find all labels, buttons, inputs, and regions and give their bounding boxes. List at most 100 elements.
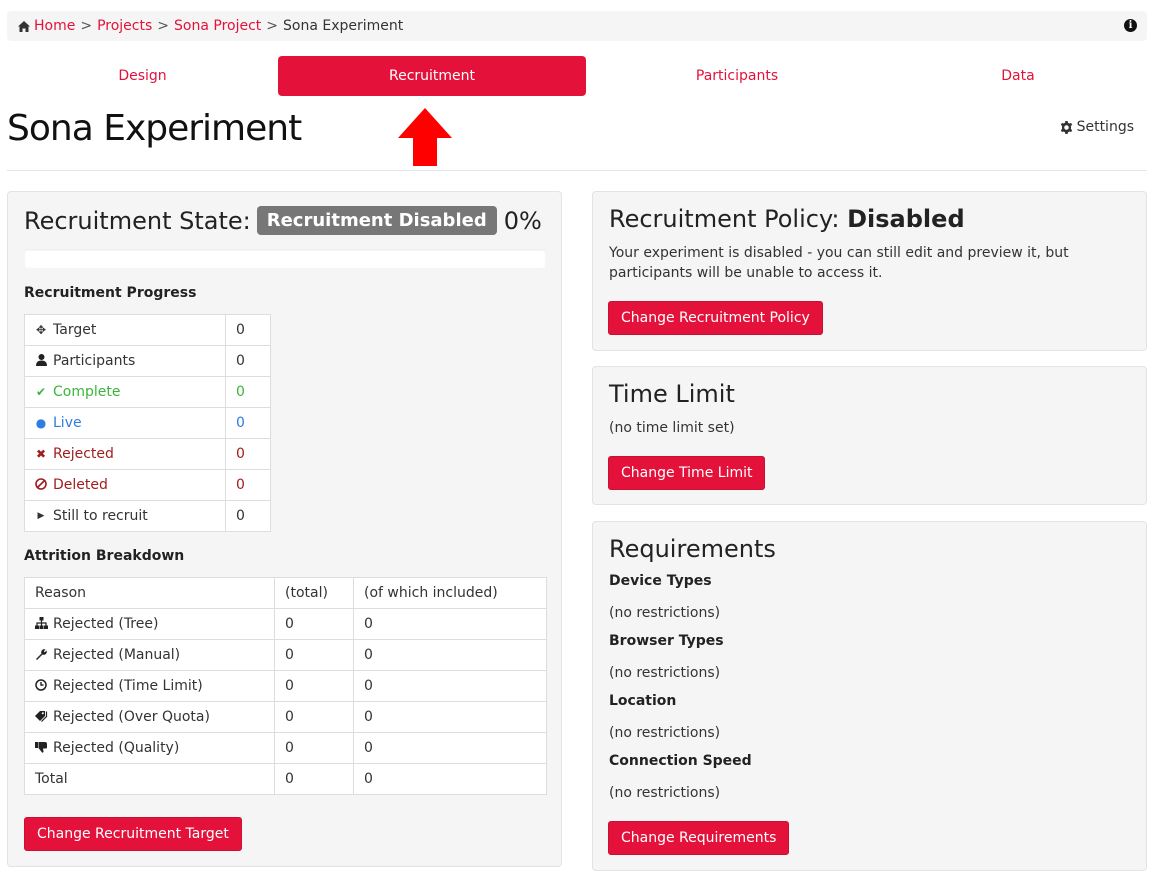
progress-value: 0 (225, 407, 271, 439)
table-row: ✖ Rejected 0 (24, 438, 271, 470)
time-limit-panel: Time Limit (no time limit set) Change Ti… (592, 366, 1147, 505)
crosshairs-icon: ✥ (35, 323, 47, 337)
progress-value: 0 (225, 438, 271, 470)
recruitment-progress-table: ✥ Target 0 Participants 0 ✔ Complete 0 ● Li… (24, 314, 271, 532)
connection-speed-value: (no restrictions) (609, 785, 721, 801)
circle-icon: ● (35, 416, 47, 430)
recruitment-policy-panel: Recruitment Policy: Disabled Your experi… (592, 191, 1147, 351)
attrition-reason: Rejected (Over Quota) (53, 709, 210, 725)
progress-label: Complete (53, 384, 121, 400)
attrition-total: 0 (274, 732, 354, 764)
progress-label: Target (53, 322, 97, 338)
info-icon[interactable]: i (1124, 19, 1137, 32)
clock-icon (35, 678, 47, 694)
progress-label: Rejected (53, 446, 114, 462)
recruitment-state-heading: Recruitment State: Recruitment Disabled … (24, 206, 542, 235)
breadcrumb-project-link[interactable]: Sona Project (174, 18, 261, 34)
progress-value: 0 (225, 345, 271, 377)
recruitment-progress-bar (24, 249, 546, 268)
tab-data[interactable]: Data (879, 56, 1157, 96)
progress-value: 0 (225, 376, 271, 408)
change-requirements-button[interactable]: Change Requirements (608, 821, 790, 855)
change-time-limit-button[interactable]: Change Time Limit (608, 456, 766, 490)
attrition-table: Reason (total) (of which included) Rejec… (24, 577, 547, 795)
tab-recruitment[interactable]: Recruitment (278, 56, 586, 96)
attrition-included: 0 (353, 670, 547, 702)
attrition-reason: Rejected (Quality) (53, 740, 180, 756)
times-icon: ✖ (35, 447, 47, 461)
recruitment-state-label: Recruitment State: (24, 206, 251, 235)
change-recruitment-target-button[interactable]: Change Recruitment Target (24, 817, 242, 851)
attrition-breakdown-title: Attrition Breakdown (24, 548, 185, 564)
tags-icon (35, 710, 48, 725)
divider (7, 170, 1147, 171)
settings-label: Settings (1076, 119, 1134, 135)
recruitment-policy-status: Disabled (847, 205, 965, 233)
table-row: Rejected (Tree) 0 0 (24, 608, 547, 640)
breadcrumb-projects-link[interactable]: Projects (97, 18, 152, 34)
column-header: (total) (274, 577, 354, 609)
progress-label: Live (53, 415, 82, 431)
browser-types-label: Browser Types (609, 633, 724, 649)
table-row: ● Live 0 (24, 407, 271, 439)
breadcrumb-separator: > (80, 18, 93, 34)
change-recruitment-policy-button[interactable]: Change Recruitment Policy (608, 301, 823, 335)
settings-link[interactable]: Settings (1060, 119, 1134, 135)
connection-speed-label: Connection Speed (609, 753, 752, 769)
gear-icon (1060, 120, 1072, 134)
attrition-reason: Rejected (Tree) (53, 616, 159, 632)
attrition-included: 0 (353, 608, 547, 640)
recruitment-progress-title: Recruitment Progress (24, 285, 197, 301)
table-row: Rejected (Time Limit) 0 0 (24, 670, 547, 702)
browser-types-value: (no restrictions) (609, 665, 721, 681)
location-value: (no restrictions) (609, 725, 721, 741)
sitemap-icon (35, 616, 48, 632)
progress-label: Still to recruit (53, 508, 148, 524)
attrition-included: 0 (353, 639, 547, 671)
attrition-total: 0 (274, 701, 354, 733)
tab-design[interactable]: Design (0, 56, 285, 96)
tab-bar: Design Recruitment Participants Data (0, 56, 1158, 96)
attrition-reason: Total (24, 763, 275, 795)
attrition-included: 0 (353, 732, 547, 764)
breadcrumb: Home > Projects > Sona Project > Sona Ex… (7, 11, 1147, 41)
attrition-reason: Rejected (Time Limit) (53, 678, 203, 694)
tab-participants[interactable]: Participants (588, 56, 886, 96)
table-row: ✥ Target 0 (24, 314, 271, 346)
progress-label: Participants (53, 353, 136, 369)
breadcrumb-current: Sona Experiment (283, 18, 404, 34)
table-row: ▶ Still to recruit 0 (24, 500, 271, 532)
attrition-total: 0 (274, 639, 354, 671)
progress-label: Deleted (53, 477, 108, 493)
breadcrumb-separator: > (157, 18, 170, 34)
progress-value: 0 (225, 314, 271, 346)
breadcrumb-home-link[interactable]: Home (34, 18, 75, 34)
device-types-label: Device Types (609, 573, 712, 589)
breadcrumb-separator: > (266, 18, 279, 34)
check-icon: ✔ (35, 385, 47, 399)
attrition-included: 0 (353, 763, 547, 795)
device-types-value: (no restrictions) (609, 605, 721, 621)
progress-value: 0 (225, 500, 271, 532)
requirements-heading: Requirements (609, 535, 776, 563)
user-icon (35, 353, 47, 369)
table-row: Total 0 0 (24, 763, 547, 795)
time-limit-value: (no time limit set) (609, 420, 735, 436)
caret-right-icon: ▶ (37, 511, 45, 521)
table-header-row: Reason (total) (of which included) (24, 577, 547, 609)
column-header: (of which included) (353, 577, 547, 609)
home-icon (18, 20, 30, 32)
attrition-included: 0 (353, 701, 547, 733)
attrition-total: 0 (274, 608, 354, 640)
table-row: Rejected (Manual) 0 0 (24, 639, 547, 671)
time-limit-heading: Time Limit (609, 380, 735, 408)
table-row: Participants 0 (24, 345, 271, 377)
recruitment-state-panel: Recruitment State: Recruitment Disabled … (7, 191, 562, 867)
attrition-total: 0 (274, 670, 354, 702)
recruitment-percent: 0% (503, 206, 542, 235)
recruitment-policy-heading: Recruitment Policy: Disabled (609, 205, 965, 233)
location-label: Location (609, 693, 677, 709)
ban-icon (35, 477, 47, 493)
arrow-up-annotation-icon (398, 108, 452, 166)
table-row: Rejected (Quality) 0 0 (24, 732, 547, 764)
